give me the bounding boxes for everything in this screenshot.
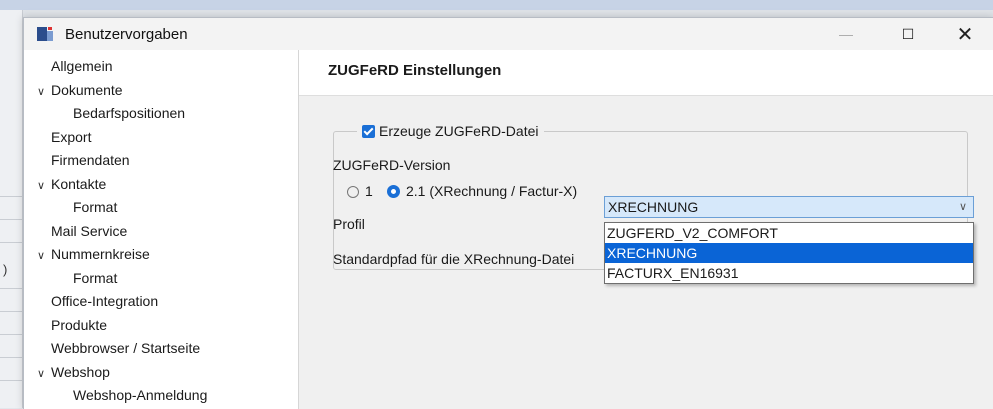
background-paren-text: ) <box>3 262 8 277</box>
chevron-down-icon[interactable]: ∨ <box>37 245 51 267</box>
sidebar-item-label: Firmendaten <box>51 152 130 168</box>
sidebar-item[interactable]: Export <box>51 126 91 148</box>
minimize-button[interactable]: — <box>823 18 869 50</box>
panel-header: ZUGFeRD Einstellungen <box>299 50 993 96</box>
background-titlebar <box>0 0 993 10</box>
sidebar-item-label: Kontakte <box>51 175 107 192</box>
profile-option-zugferd-v2-comfort[interactable]: ZUGFERD_V2_COMFORT <box>605 223 973 243</box>
default-path-label: Standardpfad für die XRechnung-Datei <box>333 251 575 267</box>
title-bar[interactable]: Benutzervorgaben — ☐ ✕ <box>24 18 993 50</box>
page-title: ZUGFeRD Einstellungen <box>328 62 502 79</box>
version-radio-1-label: 1 <box>365 183 373 199</box>
profile-option-facturx-en16931[interactable]: FACTURX_EN16931 <box>605 263 973 283</box>
sidebar-item[interactable]: Firmendaten <box>51 149 130 171</box>
close-button[interactable]: ✕ <box>942 18 988 50</box>
sidebar-item-label: Export <box>51 128 92 145</box>
sidebar-item[interactable]: Webbrowser / Startseite <box>51 337 200 359</box>
sidebar-item-label: Nummernkreise <box>51 246 150 262</box>
sidebar-item[interactable]: Mail Service <box>51 220 127 242</box>
settings-tree: Allgemein ∨ Dokumente Bedarfspositionen Expo… <box>24 50 299 409</box>
sidebar-item[interactable]: ∨ Webshop <box>37 361 110 383</box>
sidebar-item[interactable]: ∨ Dokumente <box>37 79 123 101</box>
profile-select-value: XRECHNUNG <box>608 199 699 215</box>
generate-zugferd-checkbox[interactable]: Erzeuge ZUGFeRD-Datei <box>357 121 544 141</box>
sidebar-item-label: Webshop-Anmeldung <box>73 387 208 403</box>
sidebar-item[interactable]: Webshop-Anmeldung <box>73 384 207 406</box>
sidebar-item[interactable]: Format <box>73 196 117 218</box>
sidebar-item-label: Bedarfspositionen <box>73 105 186 121</box>
chevron-down-icon[interactable]: ∨ <box>37 81 51 103</box>
sidebar-item[interactable]: Allgemein <box>51 55 112 77</box>
window-title: Benutzervorgaben <box>65 26 188 43</box>
version-radio-2-1-label: 2.1 (XRechnung / Factur-X) <box>406 183 578 199</box>
background-table-edge <box>0 10 23 408</box>
profile-select[interactable]: XRECHNUNG ∨ <box>604 196 974 218</box>
sidebar-item[interactable]: Format <box>73 267 117 289</box>
version-radio-1[interactable]: 1 <box>347 181 373 201</box>
profile-option-xrechnung[interactable]: XRECHNUNG <box>605 243 973 263</box>
chevron-down-icon[interactable]: ∨ <box>37 363 51 385</box>
profile-dropdown-list: ZUGFERD_V2_COMFORT XRECHNUNG FACTURX_EN1… <box>604 222 974 284</box>
sidebar-item[interactable]: ∨ Kontakte <box>37 173 106 195</box>
sidebar-item-label: Format <box>73 199 118 215</box>
sidebar-item[interactable]: Office-Integration <box>51 290 158 312</box>
generate-zugferd-label: Erzeuge ZUGFeRD-Datei <box>379 123 539 139</box>
sidebar-item-label: Format <box>73 269 118 286</box>
radio-checked-icon[interactable] <box>387 185 400 198</box>
preferences-dialog: Benutzervorgaben — ☐ ✕ Allgemein ∨ Dokumen… <box>23 17 993 409</box>
chevron-down-icon[interactable]: ∨ <box>959 197 967 217</box>
sidebar-item-label: Mail Service <box>51 222 128 239</box>
sidebar-item[interactable]: Produkte <box>51 314 107 336</box>
profile-label: Profil <box>333 216 365 232</box>
version-label: ZUGFeRD-Version <box>333 157 451 173</box>
sidebar-item-label: Webshop <box>51 363 110 380</box>
radio-unchecked-icon[interactable] <box>347 186 359 198</box>
sidebar-item-label: Office-Integration <box>51 293 159 309</box>
version-radio-2-1[interactable]: 2.1 (XRechnung / Factur-X) <box>387 181 577 201</box>
sidebar-item[interactable]: Bedarfspositionen <box>73 102 185 124</box>
chevron-down-icon[interactable]: ∨ <box>37 175 51 197</box>
maximize-button[interactable]: ☐ <box>885 18 931 50</box>
app-icon <box>37 27 53 41</box>
sidebar-item-label: Allgemein <box>51 58 113 74</box>
checkbox-checked-icon[interactable] <box>362 125 375 138</box>
sidebar-item-label: Dokumente <box>51 81 123 98</box>
sidebar-item[interactable]: ∨ Nummernkreise <box>37 243 150 265</box>
sidebar-item-label: Webbrowser / Startseite <box>51 340 201 356</box>
sidebar-item-label: Produkte <box>51 316 108 333</box>
